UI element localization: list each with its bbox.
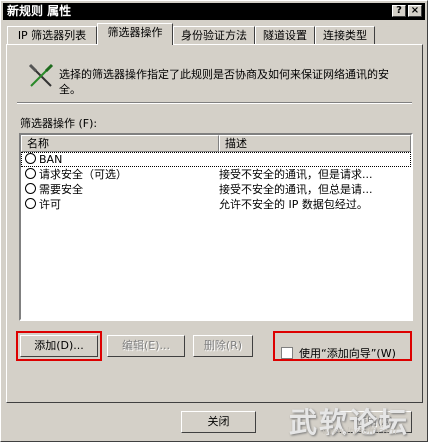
help-button[interactable]: ? [392, 5, 406, 17]
highlight-box [16, 331, 102, 361]
radio-icon [25, 168, 36, 179]
title-bar: 新规则 属性 ? × [3, 3, 425, 20]
item-name: 许可 [39, 198, 61, 211]
list-item[interactable]: 许可 允许不安全的 IP 数据包经过。 [21, 197, 411, 212]
radio-icon [25, 153, 36, 164]
close-button[interactable]: 关闭 [181, 411, 256, 433]
watermark-url: www.ltvsoft.com [322, 427, 397, 437]
list-item[interactable]: 需要安全 接受不安全的通讯，但总是请... [21, 182, 411, 197]
filter-action-list-label: 筛选器操作 (F): [20, 117, 98, 130]
column-header-name[interactable]: 名称 [21, 135, 219, 152]
item-name: BAN [39, 153, 63, 166]
filter-action-list[interactable]: 名称 描述 BAN 请求安全（可选） 接受不安全的通讯，但是请求... 需要安全… [19, 133, 413, 321]
list-item[interactable]: BAN [21, 152, 411, 167]
highlight-box [273, 331, 412, 361]
tab-filter-action[interactable]: 筛选器操作 [97, 23, 173, 45]
item-name: 需要安全 [39, 183, 83, 196]
description-text: 选择的筛选器操作指定了此规则是否协商及如何来保证网络通讯的安全。 [59, 68, 389, 96]
separator [17, 102, 412, 104]
tab-connection-type[interactable]: 连接类型 [315, 26, 375, 45]
window-title: 新规则 属性 [7, 4, 72, 18]
item-description: 允许不安全的 IP 数据包经过。 [219, 198, 368, 211]
item-description: 接受不安全的通讯，但是请求... [219, 168, 373, 181]
tab-authentication-methods[interactable]: 身份验证方法 [173, 26, 255, 45]
filter-action-icon [27, 62, 55, 90]
edit-button[interactable]: 编辑(E)... [107, 335, 185, 357]
item-description: 接受不安全的通讯，但总是请... [219, 183, 373, 196]
remove-button[interactable]: 删除(R) [193, 335, 253, 357]
item-name: 请求安全（可选） [39, 168, 127, 181]
column-header-description[interactable]: 描述 [219, 135, 411, 152]
tab-page-filter-action: 选择的筛选器操作指定了此规则是否协商及如何来保证网络通讯的安全。 筛选器操作 (… [6, 44, 423, 403]
radio-icon [25, 183, 36, 194]
tab-tunnel-settings[interactable]: 隧道设置 [255, 26, 315, 45]
close-window-button[interactable]: × [408, 5, 422, 17]
tab-ip-filter-list[interactable]: IP 筛选器列表 [7, 26, 97, 45]
list-item[interactable]: 请求安全（可选） 接受不安全的通讯，但是请求... [21, 167, 411, 182]
radio-icon [25, 198, 36, 209]
properties-window: 新规则 属性 ? × IP 筛选器列表 筛选器操作 身份验证方法 隧道设置 连接… [0, 0, 428, 442]
